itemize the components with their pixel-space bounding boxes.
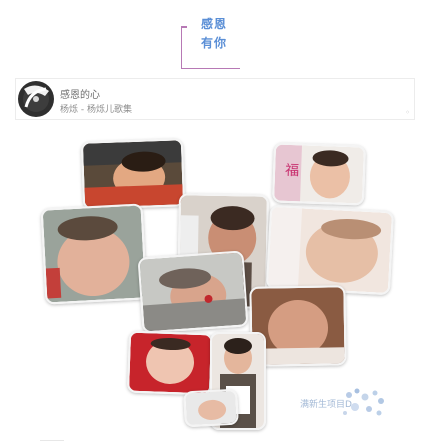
vinyl-disc-icon[interactable] — [16, 79, 56, 119]
collage-photo-1 — [80, 138, 186, 210]
title-line-2: 有你 — [201, 36, 228, 50]
collage-photo-2: 福 — [271, 142, 367, 206]
photo-collage: 福 — [40, 136, 400, 430]
song-title: 感恩的心 — [60, 90, 100, 101]
svg-text:福: 福 — [285, 163, 300, 179]
title-bracket-tick — [181, 26, 187, 28]
more-dot-icon[interactable]: ◦ — [405, 108, 410, 117]
collage-photo-5 — [265, 204, 395, 296]
music-player-card[interactable]: 感恩的心 杨烁 - 杨烁儿歌集 ◦ — [15, 78, 415, 120]
song-artist-album: 杨烁 - 杨烁儿歌集 — [60, 105, 132, 115]
collage-photo-3 — [40, 203, 148, 305]
title-line-1: 感恩 — [201, 17, 228, 31]
collage-photo-6 — [137, 250, 249, 334]
title-block: 感恩 有你 — [181, 14, 243, 70]
bottom-divider — [40, 440, 64, 441]
collage-photo-10 — [183, 388, 239, 428]
watermark-flower-icon — [335, 385, 389, 421]
collage-photo-8 — [126, 330, 214, 396]
